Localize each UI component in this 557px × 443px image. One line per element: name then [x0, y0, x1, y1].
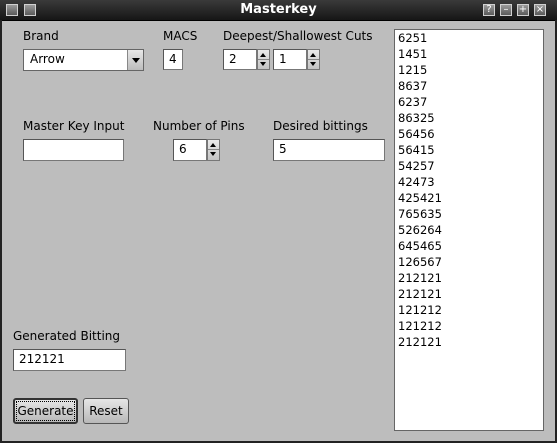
arrow-down-icon[interactable]: [258, 60, 269, 70]
list-item[interactable]: 765635: [395, 206, 543, 222]
brand-select[interactable]: Arrow: [23, 49, 144, 71]
arrow-up-icon[interactable]: [208, 140, 219, 150]
list-item[interactable]: 212121: [395, 270, 543, 286]
brand-value: Arrow: [30, 52, 65, 66]
deepest-cut-stepper[interactable]: [257, 49, 270, 70]
list-item[interactable]: 54257: [395, 158, 543, 174]
macs-field[interactable]: 4: [163, 49, 183, 70]
brand-label: Brand: [23, 29, 59, 43]
maximize-icon[interactable]: +: [517, 4, 529, 16]
list-item[interactable]: 6251: [395, 30, 543, 46]
macs-label: MACS: [163, 29, 198, 43]
list-item[interactable]: 526264: [395, 222, 543, 238]
list-item[interactable]: 86325: [395, 110, 543, 126]
generated-bitting-label: Generated Bitting: [13, 329, 121, 343]
list-item[interactable]: 645465: [395, 238, 543, 254]
list-item[interactable]: 121212: [395, 302, 543, 318]
generated-bitting-field[interactable]: 212121: [13, 349, 126, 371]
desired-bittings-label: Desired bittings: [273, 119, 368, 133]
window-frame-left: [0, 20, 2, 443]
close-icon[interactable]: ×: [534, 4, 546, 16]
master-key-label: Master Key Input: [23, 119, 125, 133]
deepest-cut-field[interactable]: 2: [223, 49, 257, 70]
pins-field[interactable]: 6: [173, 139, 207, 161]
list-item[interactable]: 42473: [395, 174, 543, 190]
list-item[interactable]: 121212: [395, 318, 543, 334]
shallowest-cut-field[interactable]: 1: [273, 49, 307, 70]
arrow-down-icon[interactable]: [308, 60, 319, 70]
results-list[interactable]: 6251 1451 1215 8637 6237 86325 56456 564…: [394, 29, 544, 431]
list-item[interactable]: 6237: [395, 94, 543, 110]
generate-button[interactable]: Generate: [13, 398, 78, 424]
list-item[interactable]: 1215: [395, 62, 543, 78]
list-item[interactable]: 126567: [395, 254, 543, 270]
shallowest-cut-stepper[interactable]: [307, 49, 320, 70]
window-title: Masterkey: [240, 2, 317, 17]
pins-label: Number of Pins: [153, 119, 245, 133]
arrow-down-icon[interactable]: [208, 150, 219, 160]
list-item[interactable]: 212121: [395, 334, 543, 350]
list-item[interactable]: 8637: [395, 78, 543, 94]
desired-bittings-input[interactable]: 5: [273, 139, 385, 161]
reset-button[interactable]: Reset: [83, 398, 129, 424]
arrow-up-icon[interactable]: [258, 50, 269, 60]
master-key-input[interactable]: [23, 139, 124, 161]
list-item[interactable]: 1451: [395, 46, 543, 62]
pins-stepper[interactable]: [207, 139, 220, 161]
cuts-label: Deepest/Shallowest Cuts: [223, 29, 373, 43]
arrow-up-icon[interactable]: [308, 50, 319, 60]
help-icon[interactable]: ?: [483, 4, 495, 16]
chevron-down-icon[interactable]: [127, 50, 143, 70]
list-item[interactable]: 56415: [395, 142, 543, 158]
list-item[interactable]: 425421: [395, 190, 543, 206]
list-item[interactable]: 56456: [395, 126, 543, 142]
minimize-icon[interactable]: –: [500, 4, 512, 16]
list-item[interactable]: 212121: [395, 286, 543, 302]
